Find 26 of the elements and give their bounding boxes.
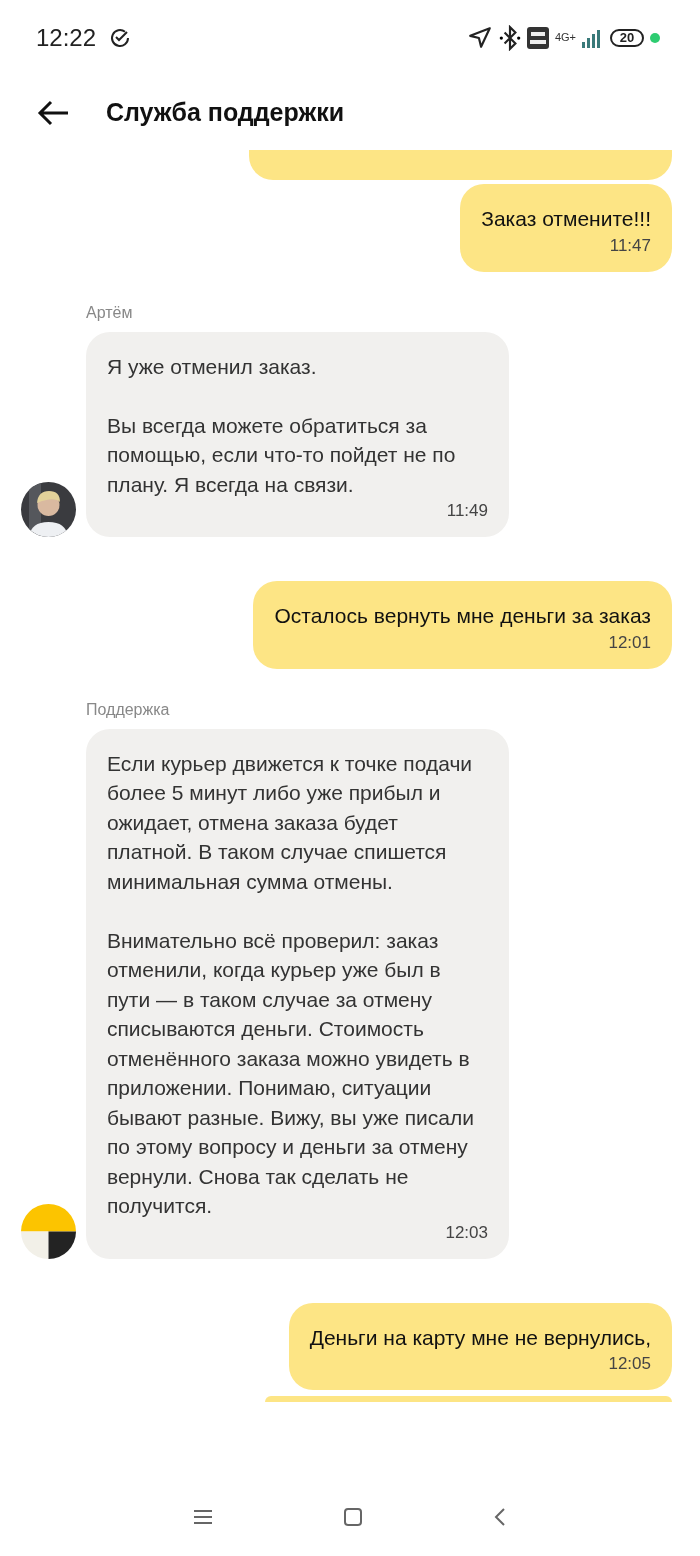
message-text: Деньги на карту мне не вернулись, [309,1325,651,1349]
message-time: 12:01 [607,632,651,653]
message-text: Если курьер движется к точке подачи более 5 минут либо уже прибыл и ожидает, отмена заказа будет платной. В таком случае спишется минимальная сумма отмены. Внимательно всё проверил: заказ отменили, когда курьер уже был в пути — в таком случае за отмену списываются деньги. Стоимость отменённого заказа можно увидеть в приложении. Понимаю, ситуации бывают разные. Вижу, вы уже писали по этому вопросу и деньги за отмену вернули. Снова так сделать не получится. [107,751,474,1217]
back-arrow-icon [36,98,70,127]
author-name: Поддержка [86,700,171,719]
avatar [21,482,76,537]
volte-icon [526,26,549,49]
message-time: 11:47 [608,235,651,256]
service-logo-icon [21,1203,76,1259]
back-button[interactable] [36,98,70,127]
bluetooth-icon [498,24,521,51]
message-time: 11:49 [445,501,488,521]
message-time: 12:03 [444,1222,488,1243]
clock: 12:22 [36,23,97,52]
home-button[interactable] [343,1507,363,1527]
location-arrow-icon [466,24,493,51]
author-name: Артём [86,303,134,322]
status-dot [650,32,660,43]
message-text: Осталось вернуть мне деньги за заказ [274,604,651,627]
battery-indicator: 20 [610,28,644,47]
message-time: 12:05 [607,1354,651,1374]
network-type: 4G+ [554,32,576,43]
chat-title: Служба поддержки [106,98,345,127]
message-text: Я уже отменил заказ. Вы всегда можете обратиться за помощью, если что-то пойдет не по плану. Я всегда на связи. [107,354,456,496]
menu-button[interactable] [193,1509,213,1525]
message-text: Заказ отмените!!! [481,207,651,230]
